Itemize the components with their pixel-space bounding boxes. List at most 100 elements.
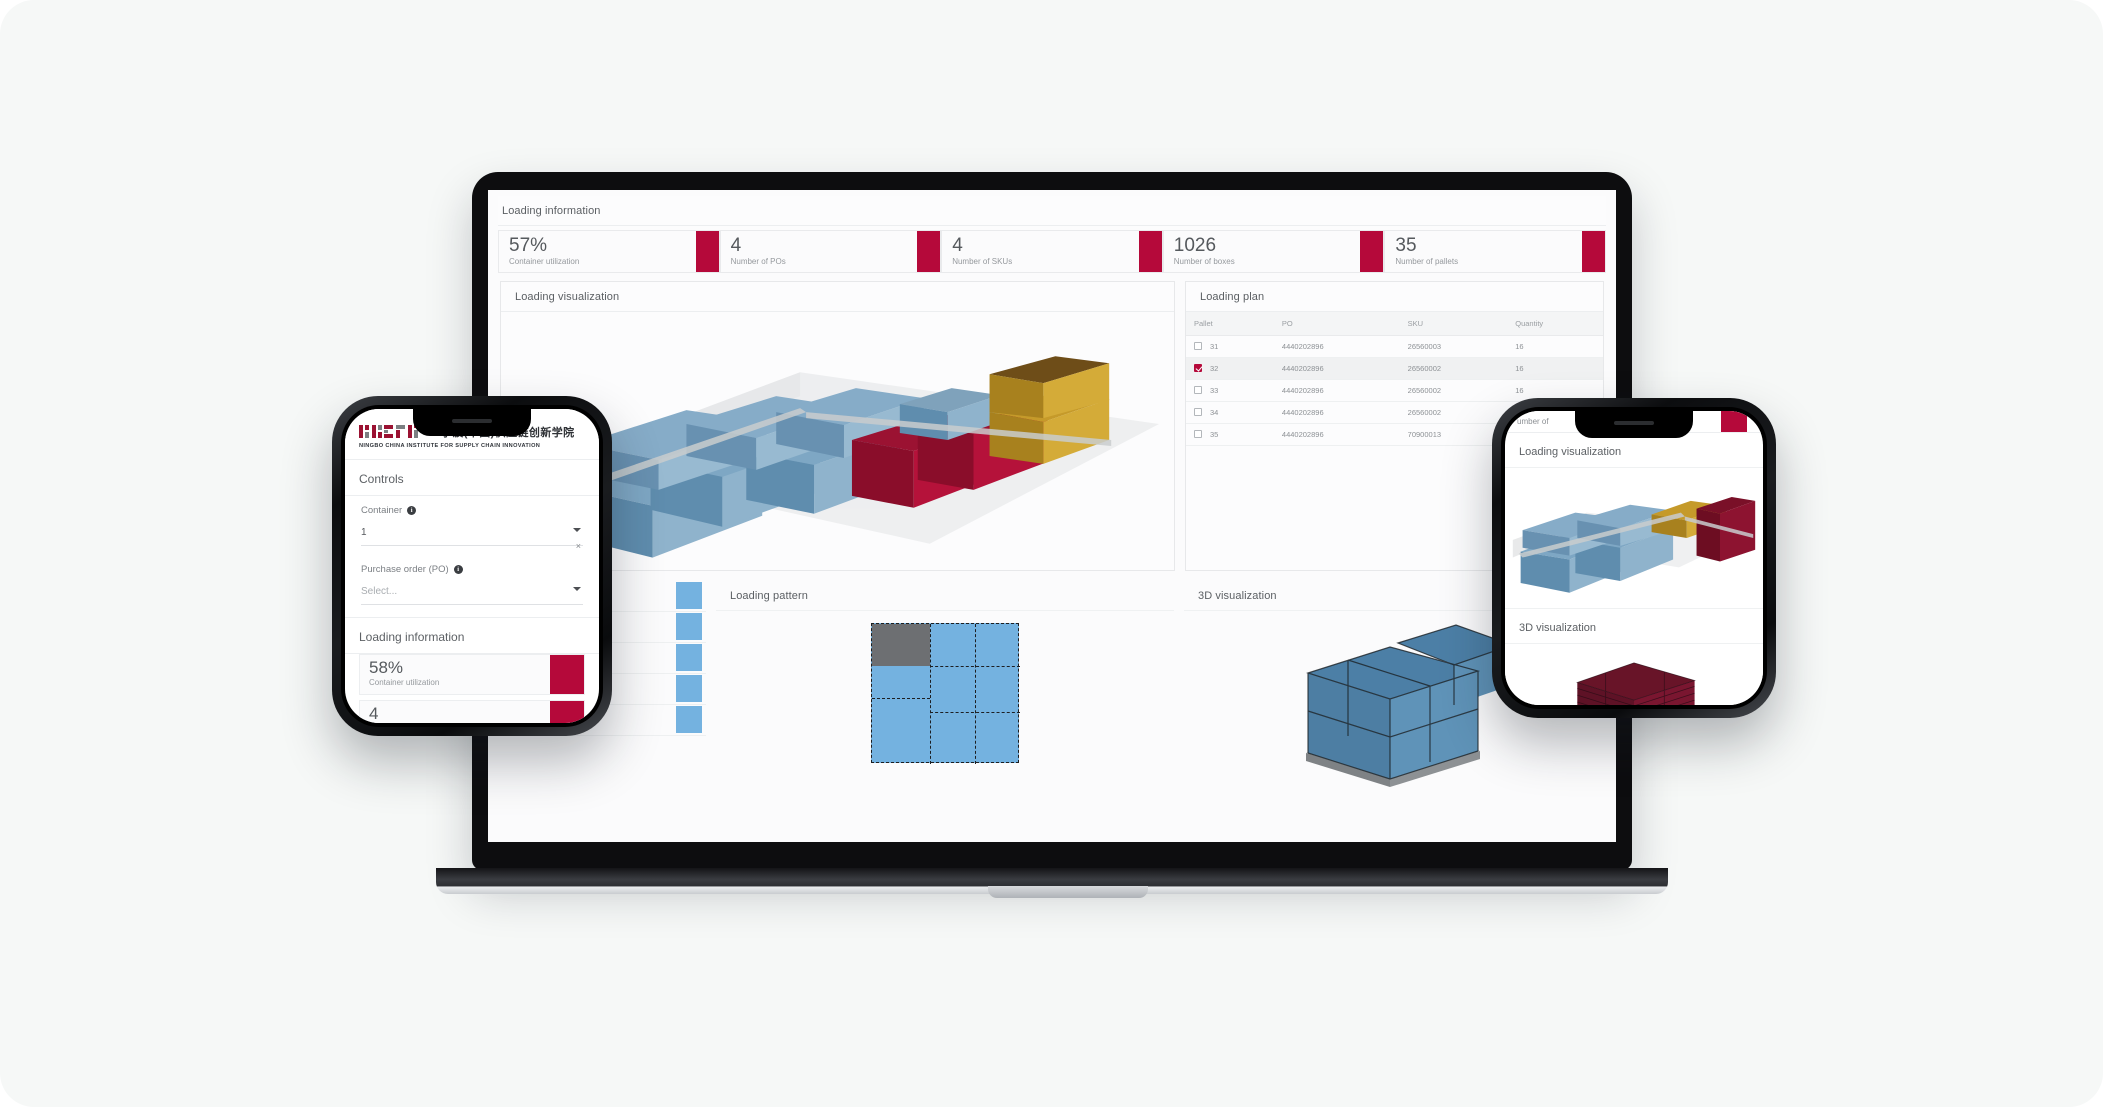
kpi-value: 58% xyxy=(369,658,404,677)
kpi-number-of-skus: 4 Number of SKUs xyxy=(941,230,1163,273)
kpi-value: 4 xyxy=(952,235,963,256)
pattern-empty-slot xyxy=(872,623,930,666)
kpi-value: 1026 xyxy=(1173,235,1217,256)
kpi-container-utilization: 57% Container utilization xyxy=(498,230,720,273)
desktop-bottom-split: Loading pattern 3D visualization xyxy=(488,571,1616,787)
column-header-quantity[interactable]: Quantity xyxy=(1507,311,1603,336)
clear-icon[interactable]: × xyxy=(576,541,581,551)
row-checkbox[interactable] xyxy=(1194,385,1202,394)
cell-po: 4440202896 xyxy=(1273,379,1400,402)
kpi-accent-bar xyxy=(1138,231,1162,272)
kpi-label: Number of POs xyxy=(730,256,786,266)
pattern-divider xyxy=(872,697,930,699)
desktop-loading-information-title: Loading information xyxy=(498,196,1606,226)
laptop-shell: Loading information 57% Container utiliz… xyxy=(472,172,1632,870)
laptop-screen: Loading information 57% Container utiliz… xyxy=(488,190,1616,842)
cut-kpi-label: umber of xyxy=(1517,417,1549,426)
desktop-loading-visualization-title: Loading visualization xyxy=(501,282,1174,312)
laptop-device: Loading information 57% Container utiliz… xyxy=(436,172,1668,898)
kpi-value: 57% xyxy=(509,235,548,256)
kpi-accent-bar xyxy=(1721,411,1747,432)
cell-po: 4440202896 xyxy=(1273,423,1400,446)
phone-container-3d-render xyxy=(1512,496,1756,593)
phone-device-right: umber of Loading visualization 3D visual… xyxy=(1492,398,1776,718)
phone-kpi-container-utilization: 58% Container utilization xyxy=(359,654,585,695)
kpi-label: Number of boxes xyxy=(1173,256,1235,266)
kpi-label: Number of SKUs xyxy=(952,256,1013,266)
cell-pallet: 32 xyxy=(1210,363,1219,373)
phone-kpi-number-of-pos: 4 Number of POs xyxy=(359,700,585,723)
pattern-divider xyxy=(930,711,1020,713)
row-checkbox[interactable] xyxy=(1194,363,1202,372)
desktop-loading-plan-title: Loading plan xyxy=(1186,282,1603,312)
kpi-number-of-pos: 4 Number of POs xyxy=(719,230,942,273)
label-text: Purchase order (PO) xyxy=(361,564,449,575)
kpi-accent-bar xyxy=(550,701,584,723)
row-pallet-cell[interactable]: 33 xyxy=(1186,379,1274,402)
cell-sku: 26560002 xyxy=(1399,401,1508,424)
desktop-mid-split: Loading visualization Loading plan Palle… xyxy=(488,280,1616,571)
table-row[interactable]: 32 4440202896 26560002 16 xyxy=(1186,357,1603,380)
controls-section-title: Controls xyxy=(345,460,599,496)
row-pallet-cell[interactable]: 34 xyxy=(1186,401,1274,424)
table-header-row: Pallet PO SKU Quantity xyxy=(1186,311,1603,336)
phone-notch xyxy=(1575,411,1693,438)
cell-pallet: 31 xyxy=(1210,341,1219,351)
container-select[interactable]: 1 × xyxy=(361,527,583,551)
pallet-color-swatch xyxy=(676,613,702,641)
kpi-value: 35 xyxy=(1395,235,1417,256)
phone-3d-visualization-title: 3D visualization xyxy=(1505,608,1763,644)
container-field: Container i 1 × xyxy=(345,496,599,551)
kpi-accent-bar xyxy=(1581,231,1605,272)
phone-pallet-3d-viewport[interactable] xyxy=(1505,644,1763,705)
table-row[interactable]: 31 4440202896 26560003 16 xyxy=(1186,335,1603,358)
chevron-down-icon[interactable] xyxy=(573,528,581,532)
phone-device-left: 宁波(中国)供应链创新学院 NINGBO CHINA INSTITUTE FOR… xyxy=(332,396,612,736)
container-field-label: Container i xyxy=(361,505,583,516)
column-header-pallet[interactable]: Pallet xyxy=(1186,311,1274,336)
kpi-label: Container utilization xyxy=(509,256,580,266)
pattern-divider xyxy=(930,665,1020,667)
info-icon[interactable]: i xyxy=(453,565,463,574)
laptop-foot xyxy=(988,886,1148,898)
row-pallet-cell[interactable]: 31 xyxy=(1186,335,1274,358)
row-pallet-cell[interactable]: 32 xyxy=(1186,357,1274,380)
row-checkbox[interactable] xyxy=(1194,407,1202,416)
cell-quantity: 16 xyxy=(1507,357,1603,380)
label-text: Container xyxy=(361,505,403,516)
po-select[interactable]: Select... xyxy=(361,586,583,605)
phone-pallet-3d-render xyxy=(1576,662,1696,705)
pattern-divider xyxy=(930,623,931,764)
phone-notch xyxy=(413,409,531,436)
cell-po: 4440202896 xyxy=(1273,357,1400,380)
row-pallet-cell[interactable]: 35 xyxy=(1186,423,1274,446)
pallet-color-swatch xyxy=(676,706,702,734)
chevron-down-icon[interactable] xyxy=(573,587,581,591)
kpi-accent-bar xyxy=(695,231,719,272)
row-checkbox[interactable] xyxy=(1194,429,1202,438)
kpi-label: Container utilization xyxy=(369,677,440,687)
brand-name-en: NINGBO CHINA INSTITUTE FOR SUPPLY CHAIN … xyxy=(359,443,541,449)
kpi-value: 4 xyxy=(730,235,742,256)
loading-pattern-diagram[interactable] xyxy=(716,611,1174,787)
kpi-accent-bar xyxy=(917,231,941,272)
phone-container-3d-viewport[interactable] xyxy=(1505,468,1763,608)
column-header-sku[interactable]: SKU xyxy=(1399,311,1508,336)
cell-sku: 26560002 xyxy=(1399,379,1508,402)
speaker-grille-icon xyxy=(452,419,492,423)
pallet-color-swatch xyxy=(676,582,702,610)
desktop-kpi-row: 57% Container utilization 4 Number of PO… xyxy=(498,226,1606,273)
po-field: Purchase order (PO) i Select... xyxy=(345,546,599,605)
pallet-color-swatch xyxy=(676,644,702,672)
kpi-number-of-pallets: 35 Number of pallets xyxy=(1384,230,1606,273)
phone-bezel: umber of Loading visualization 3D visual… xyxy=(1501,407,1767,709)
cell-sku: 26560003 xyxy=(1399,335,1508,358)
column-header-po[interactable]: PO xyxy=(1273,311,1400,336)
row-checkbox[interactable] xyxy=(1194,341,1202,350)
pallet-color-swatch xyxy=(676,675,702,703)
cell-po: 4440202896 xyxy=(1273,335,1400,358)
cell-po: 4440202896 xyxy=(1273,401,1400,424)
kpi-number-of-boxes: 1026 Number of boxes xyxy=(1162,230,1385,273)
pattern-grid xyxy=(871,622,1020,764)
info-icon[interactable]: i xyxy=(407,506,417,515)
